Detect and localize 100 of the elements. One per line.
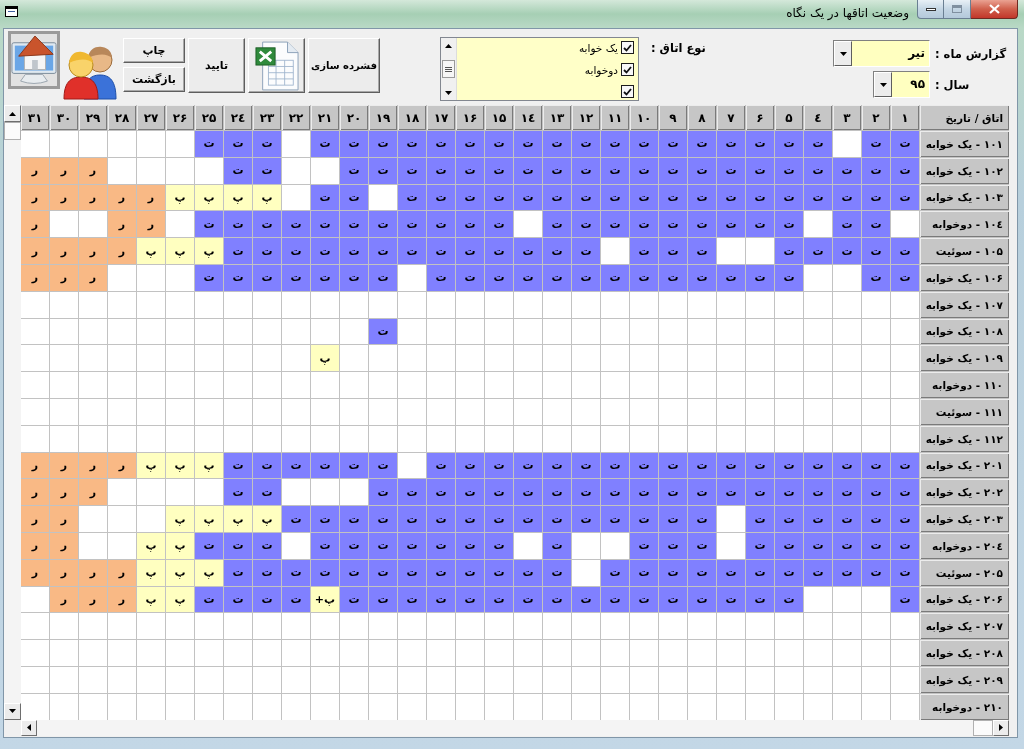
booking-cell: ر [50,157,78,184]
booking-cell: ر [108,238,136,264]
booking-cell: ت [775,157,803,184]
booking-cell: ت [282,586,310,613]
vertical-scrollbar[interactable] [4,105,21,720]
checkbox[interactable] [621,63,634,76]
day-header: ۱۹ [369,105,397,130]
excel-export-button[interactable] [248,38,305,93]
booking-cell: ت [572,238,600,264]
booking-cell: ت [427,265,455,291]
booking-cell: ت [804,452,832,479]
booking-cell: ت [775,131,803,157]
room-label: ۱۰۸ - یک خوابه [920,318,1009,345]
booking-cell: ت [630,211,658,238]
minimize-button[interactable] [917,0,944,19]
booking-cell: ت [311,265,339,291]
caret-icon [839,51,847,56]
day-header: ۳۱ [21,105,49,130]
day-header: ۳ [833,105,861,130]
option-label[interactable]: دوخوابه [584,63,618,76]
booking-cell: ت [659,131,687,157]
booking-cell: ت [572,184,600,211]
room-label: ۲۰۶ - یک خوابه [920,586,1009,613]
booking-cell: ت [891,452,919,479]
booking-cell: ت [775,238,803,264]
confirm-button[interactable]: تایید [188,38,245,93]
booking-cell: ت [456,265,484,291]
booking-cell: پ [137,238,165,264]
booking-cell: ت [862,265,890,291]
booking-cell: ت [833,238,861,264]
back-button[interactable]: بازگشت [123,67,185,92]
booking-cell: ت [485,157,513,184]
booking-cell: ت [485,265,513,291]
scroll-up-button[interactable] [4,105,21,122]
dropdown-button[interactable] [874,72,892,97]
scrollbar-thumb[interactable] [4,122,21,140]
booking-cell: ت [572,211,600,238]
booking-cell: ت [456,559,484,586]
booking-cell: ت [833,452,861,479]
booking-cell: ر [108,211,136,238]
booking-cell: پ [137,559,165,586]
scrollbar-thumb[interactable] [442,60,455,78]
day-header: ۲۸ [108,105,136,130]
booking-cell: ت [485,211,513,238]
room-label: ۲۰۹ - یک خوابه [920,666,1009,693]
room-label: ۲۰۵ - سوئیت [920,559,1009,586]
option-label[interactable]: یک خوابه [578,41,618,54]
checkbox[interactable] [621,85,634,98]
booking-cell: ت [891,506,919,532]
booking-cell: ت [601,265,629,291]
booking-cell: پ [166,184,194,211]
booking-cell: ت [775,452,803,479]
booking-cell: ت [630,157,658,184]
year-dropdown[interactable]: ۹۵ [873,71,930,98]
booking-cell: ت [862,559,890,586]
booking-cell: ت [572,157,600,184]
booking-cell: ت [369,157,397,184]
booking-cell: ت [369,506,397,532]
home-button[interactable] [8,31,60,89]
day-header: ٤ [804,105,832,130]
booking-cell: ت [717,559,745,586]
booking-cell: ت [514,131,542,157]
compress-button[interactable]: فشرده سازی [308,38,380,93]
day-header: ۷ [717,105,745,130]
month-dropdown[interactable]: تیر [833,40,930,67]
booking-cell: ت [369,238,397,264]
dropdown-button[interactable] [834,41,852,66]
booking-cell: ت [659,238,687,264]
print-button[interactable]: چاپ [123,38,185,63]
close-button[interactable] [971,0,1018,19]
room-type-list[interactable]: یک خوابه دوخوابه [440,37,639,101]
booking-cell: ت [253,238,281,264]
room-label: ۱۰۲ - یک خوابه [920,157,1009,184]
booking-cell: ت [369,131,397,157]
booking-cell: ت [514,559,542,586]
booking-cell: ت [891,532,919,559]
booking-cell: پ [166,238,194,264]
booking-cell: ت [224,479,252,506]
booking-cell: ت [833,559,861,586]
booking-cell: ت [224,157,252,184]
room-label: ۱۰۵ - سوئیت [920,238,1009,264]
booking-cell: ر [21,265,49,291]
booking-cell: ت [833,479,861,506]
scrollbar[interactable] [441,38,457,100]
scroll-down-button[interactable] [4,702,21,720]
day-header: ۵ [775,105,803,130]
booking-cell: ر [21,479,49,506]
checkbox[interactable] [621,41,634,54]
booking-cell: ر [50,238,78,264]
booking-cell: ت [891,184,919,211]
booking-cell: ت [369,479,397,506]
booking-cell: ت [514,265,542,291]
booking-cell: ر [137,184,165,211]
booking-cell: ت [804,157,832,184]
booking-cell: پ [195,559,223,586]
booking-cell: ت [340,184,368,211]
maximize-button[interactable] [944,0,971,19]
booking-cell: ت [398,479,426,506]
booking-cell: ت [862,506,890,532]
booking-cell: ت [427,532,455,559]
